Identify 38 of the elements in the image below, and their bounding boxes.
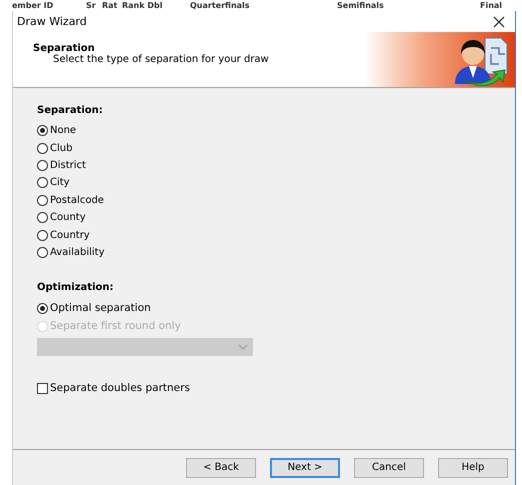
column-header: Final — [480, 1, 502, 10]
page-title: Separation — [33, 43, 95, 54]
option-label[interactable]: District — [50, 160, 86, 171]
option-label[interactable]: Club — [50, 142, 72, 154]
option-label[interactable]: Optimal separation — [50, 302, 151, 314]
section-label: Separation: — [37, 105, 104, 116]
radio-button[interactable] — [37, 125, 48, 136]
window-title: Draw Wizard — [17, 15, 87, 28]
option-label[interactable]: Postalcode — [50, 194, 104, 206]
radio-button[interactable] — [37, 246, 48, 258]
radio-button[interactable] — [37, 230, 48, 241]
radio-button[interactable] — [37, 302, 48, 314]
option-label[interactable]: None — [50, 125, 76, 136]
checkbox[interactable] — [37, 382, 48, 394]
wizard-button[interactable]: Next > — [270, 458, 340, 478]
column-header: Semifinals — [337, 1, 384, 10]
wizard-button[interactable]: < Back — [186, 458, 256, 478]
column-header: Rank Dbl — [122, 1, 162, 10]
radio-button[interactable] — [37, 194, 48, 206]
radio-button[interactable] — [37, 142, 48, 154]
wizard-button[interactable]: Help — [438, 458, 508, 478]
chevron-icon — [238, 344, 248, 350]
section-label: Optimization: — [37, 282, 114, 294]
option-label[interactable]: City — [50, 177, 70, 188]
column-header: ember ID — [12, 1, 54, 10]
column-header: Sr — [86, 1, 96, 10]
radio-button[interactable] — [37, 212, 48, 224]
radio-button[interactable] — [37, 160, 48, 171]
wizard-button[interactable]: Cancel — [354, 458, 424, 478]
option-label[interactable]: Availability — [50, 246, 105, 258]
radio-button[interactable] — [37, 177, 48, 188]
close-icon[interactable] — [493, 16, 505, 28]
page-subtitle: Select the type of separation for your draw — [53, 54, 269, 65]
option-label[interactable]: Country — [50, 230, 90, 241]
option-label[interactable]: County — [50, 212, 86, 224]
checkbox-label[interactable]: Separate doubles partners — [50, 382, 190, 394]
column-header: Quarterfinals — [190, 1, 250, 10]
column-header: Rat — [102, 1, 118, 10]
